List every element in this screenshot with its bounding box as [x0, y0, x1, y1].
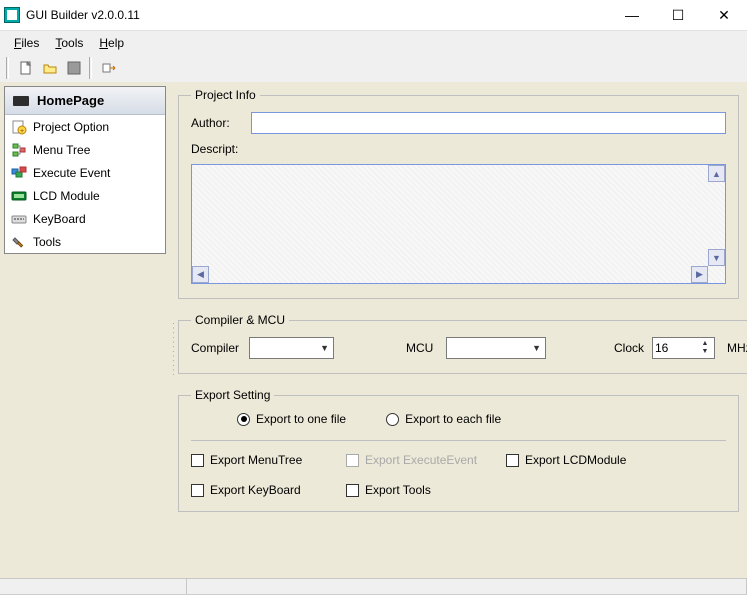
checkbox-icon — [346, 484, 359, 497]
checkbox-icon — [191, 454, 204, 467]
menubar: Files Tools Help — [0, 30, 747, 54]
chevron-down-icon: ▼ — [532, 343, 541, 353]
author-label: Author: — [191, 116, 251, 130]
check-export-lcdmodule[interactable]: Export LCDModule — [506, 453, 666, 467]
clock-label: Clock — [604, 341, 644, 355]
scroll-right-icon[interactable]: ▶ — [691, 266, 708, 283]
chevron-down-icon: ▼ — [320, 343, 329, 353]
project-info-legend: Project Info — [191, 88, 260, 102]
tools-icon — [11, 234, 27, 250]
new-file-icon[interactable] — [17, 59, 35, 77]
check-export-execevent: Export ExecuteEvent — [346, 453, 506, 467]
radio-icon — [386, 413, 399, 426]
toolbar-grip — [6, 57, 9, 79]
check-label: Export KeyBoard — [210, 483, 301, 497]
compiler-mcu-legend: Compiler & MCU — [191, 313, 289, 327]
main-panel: Project Info Author: Descript: ▲ ▼ ◀ ▶ — [176, 82, 747, 578]
radio-export-one[interactable]: Export to one file — [237, 412, 346, 426]
sidebar: HomePage + Project Option Menu Tree — [4, 86, 166, 254]
export-setting-legend: Export Setting — [191, 388, 274, 402]
export-icon[interactable] — [100, 59, 118, 77]
check-export-menutree[interactable]: Export MenuTree — [191, 453, 346, 467]
statusbar — [0, 578, 747, 594]
menu-tools[interactable]: Tools — [47, 34, 91, 52]
toolbar — [0, 54, 747, 82]
scroll-left-icon[interactable]: ◀ — [192, 266, 209, 283]
sidebar-item-label: Tools — [33, 235, 61, 249]
execute-event-icon — [11, 165, 27, 181]
check-label: Export ExecuteEvent — [365, 453, 477, 467]
menu-tree-icon — [11, 142, 27, 158]
sidebar-header-label: HomePage — [37, 93, 104, 108]
checkbox-icon — [346, 454, 359, 467]
titlebar: GUI Builder v2.0.0.11 — ☐ ✕ — [0, 0, 747, 30]
minimize-button[interactable]: — — [609, 0, 655, 30]
descript-label: Descript: — [191, 142, 251, 156]
sidebar-item-label: KeyBoard — [33, 212, 86, 226]
clock-spin[interactable]: 16 ▲▼ — [652, 337, 715, 359]
sidebar-item-label: LCD Module — [33, 189, 100, 203]
check-label: Export MenuTree — [210, 453, 302, 467]
save-icon[interactable] — [65, 59, 83, 77]
menu-files[interactable]: Files — [6, 34, 47, 52]
check-export-keyboard[interactable]: Export KeyBoard — [191, 483, 346, 497]
checkbox-icon — [191, 484, 204, 497]
sidebar-item-label: Execute Event — [33, 166, 110, 180]
divider — [191, 440, 726, 441]
keyboard-icon — [11, 211, 27, 227]
scroll-up-icon[interactable]: ▲ — [708, 165, 725, 182]
radio-export-each[interactable]: Export to each file — [386, 412, 501, 426]
compiler-label: Compiler — [191, 341, 241, 355]
sidebar-item-label: Menu Tree — [33, 143, 90, 157]
window-title: GUI Builder v2.0.0.11 — [26, 8, 609, 22]
checkbox-icon — [506, 454, 519, 467]
check-export-tools[interactable]: Export Tools — [346, 483, 506, 497]
svg-text:+: + — [20, 128, 24, 135]
sidebar-item-keyboard[interactable]: KeyBoard — [5, 207, 165, 230]
sidebar-item-menu-tree[interactable]: Menu Tree — [5, 138, 165, 161]
lcd-module-icon — [11, 188, 27, 204]
sidebar-item-lcd-module[interactable]: LCD Module — [5, 184, 165, 207]
radio-icon — [237, 413, 250, 426]
sidebar-item-tools[interactable]: Tools — [5, 230, 165, 253]
mcu-combo[interactable]: ▼ — [446, 337, 546, 359]
sidebar-header[interactable]: HomePage — [5, 87, 165, 115]
clock-value: 16 — [655, 341, 698, 355]
compiler-combo[interactable]: ▼ — [249, 337, 334, 359]
scroll-down-icon[interactable]: ▼ — [708, 249, 725, 266]
project-info-group: Project Info Author: Descript: ▲ ▼ ◀ ▶ — [178, 88, 739, 299]
sidebar-item-label: Project Option — [33, 120, 109, 134]
mcu-label: MCU — [406, 341, 438, 355]
maximize-button[interactable]: ☐ — [655, 0, 701, 30]
radio-one-label: Export to one file — [256, 412, 346, 426]
check-label: Export LCDModule — [525, 453, 626, 467]
check-label: Export Tools — [365, 483, 431, 497]
toolbar-sep — [89, 57, 92, 79]
chip-icon — [11, 94, 31, 108]
app-window: GUI Builder v2.0.0.11 — ☐ ✕ Files Tools … — [0, 0, 747, 595]
app-icon — [4, 7, 20, 23]
project-option-icon: + — [11, 119, 27, 135]
clock-unit: MHz — [727, 341, 747, 355]
spin-arrows-icon[interactable]: ▲▼ — [698, 340, 712, 356]
menu-help[interactable]: Help — [91, 34, 132, 52]
author-input[interactable] — [251, 112, 726, 134]
export-setting-group: Export Setting Export to one file Export… — [178, 388, 739, 512]
radio-each-label: Export to each file — [405, 412, 501, 426]
sidebar-item-execute-event[interactable]: Execute Event — [5, 161, 165, 184]
sidebar-item-project-option[interactable]: + Project Option — [5, 115, 165, 138]
open-folder-icon[interactable] — [41, 59, 59, 77]
descript-textarea[interactable]: ▲ ▼ ◀ ▶ — [191, 164, 726, 284]
close-button[interactable]: ✕ — [701, 0, 747, 30]
compiler-mcu-group: Compiler & MCU Compiler ▼ MCU ▼ Clock — [178, 313, 747, 374]
